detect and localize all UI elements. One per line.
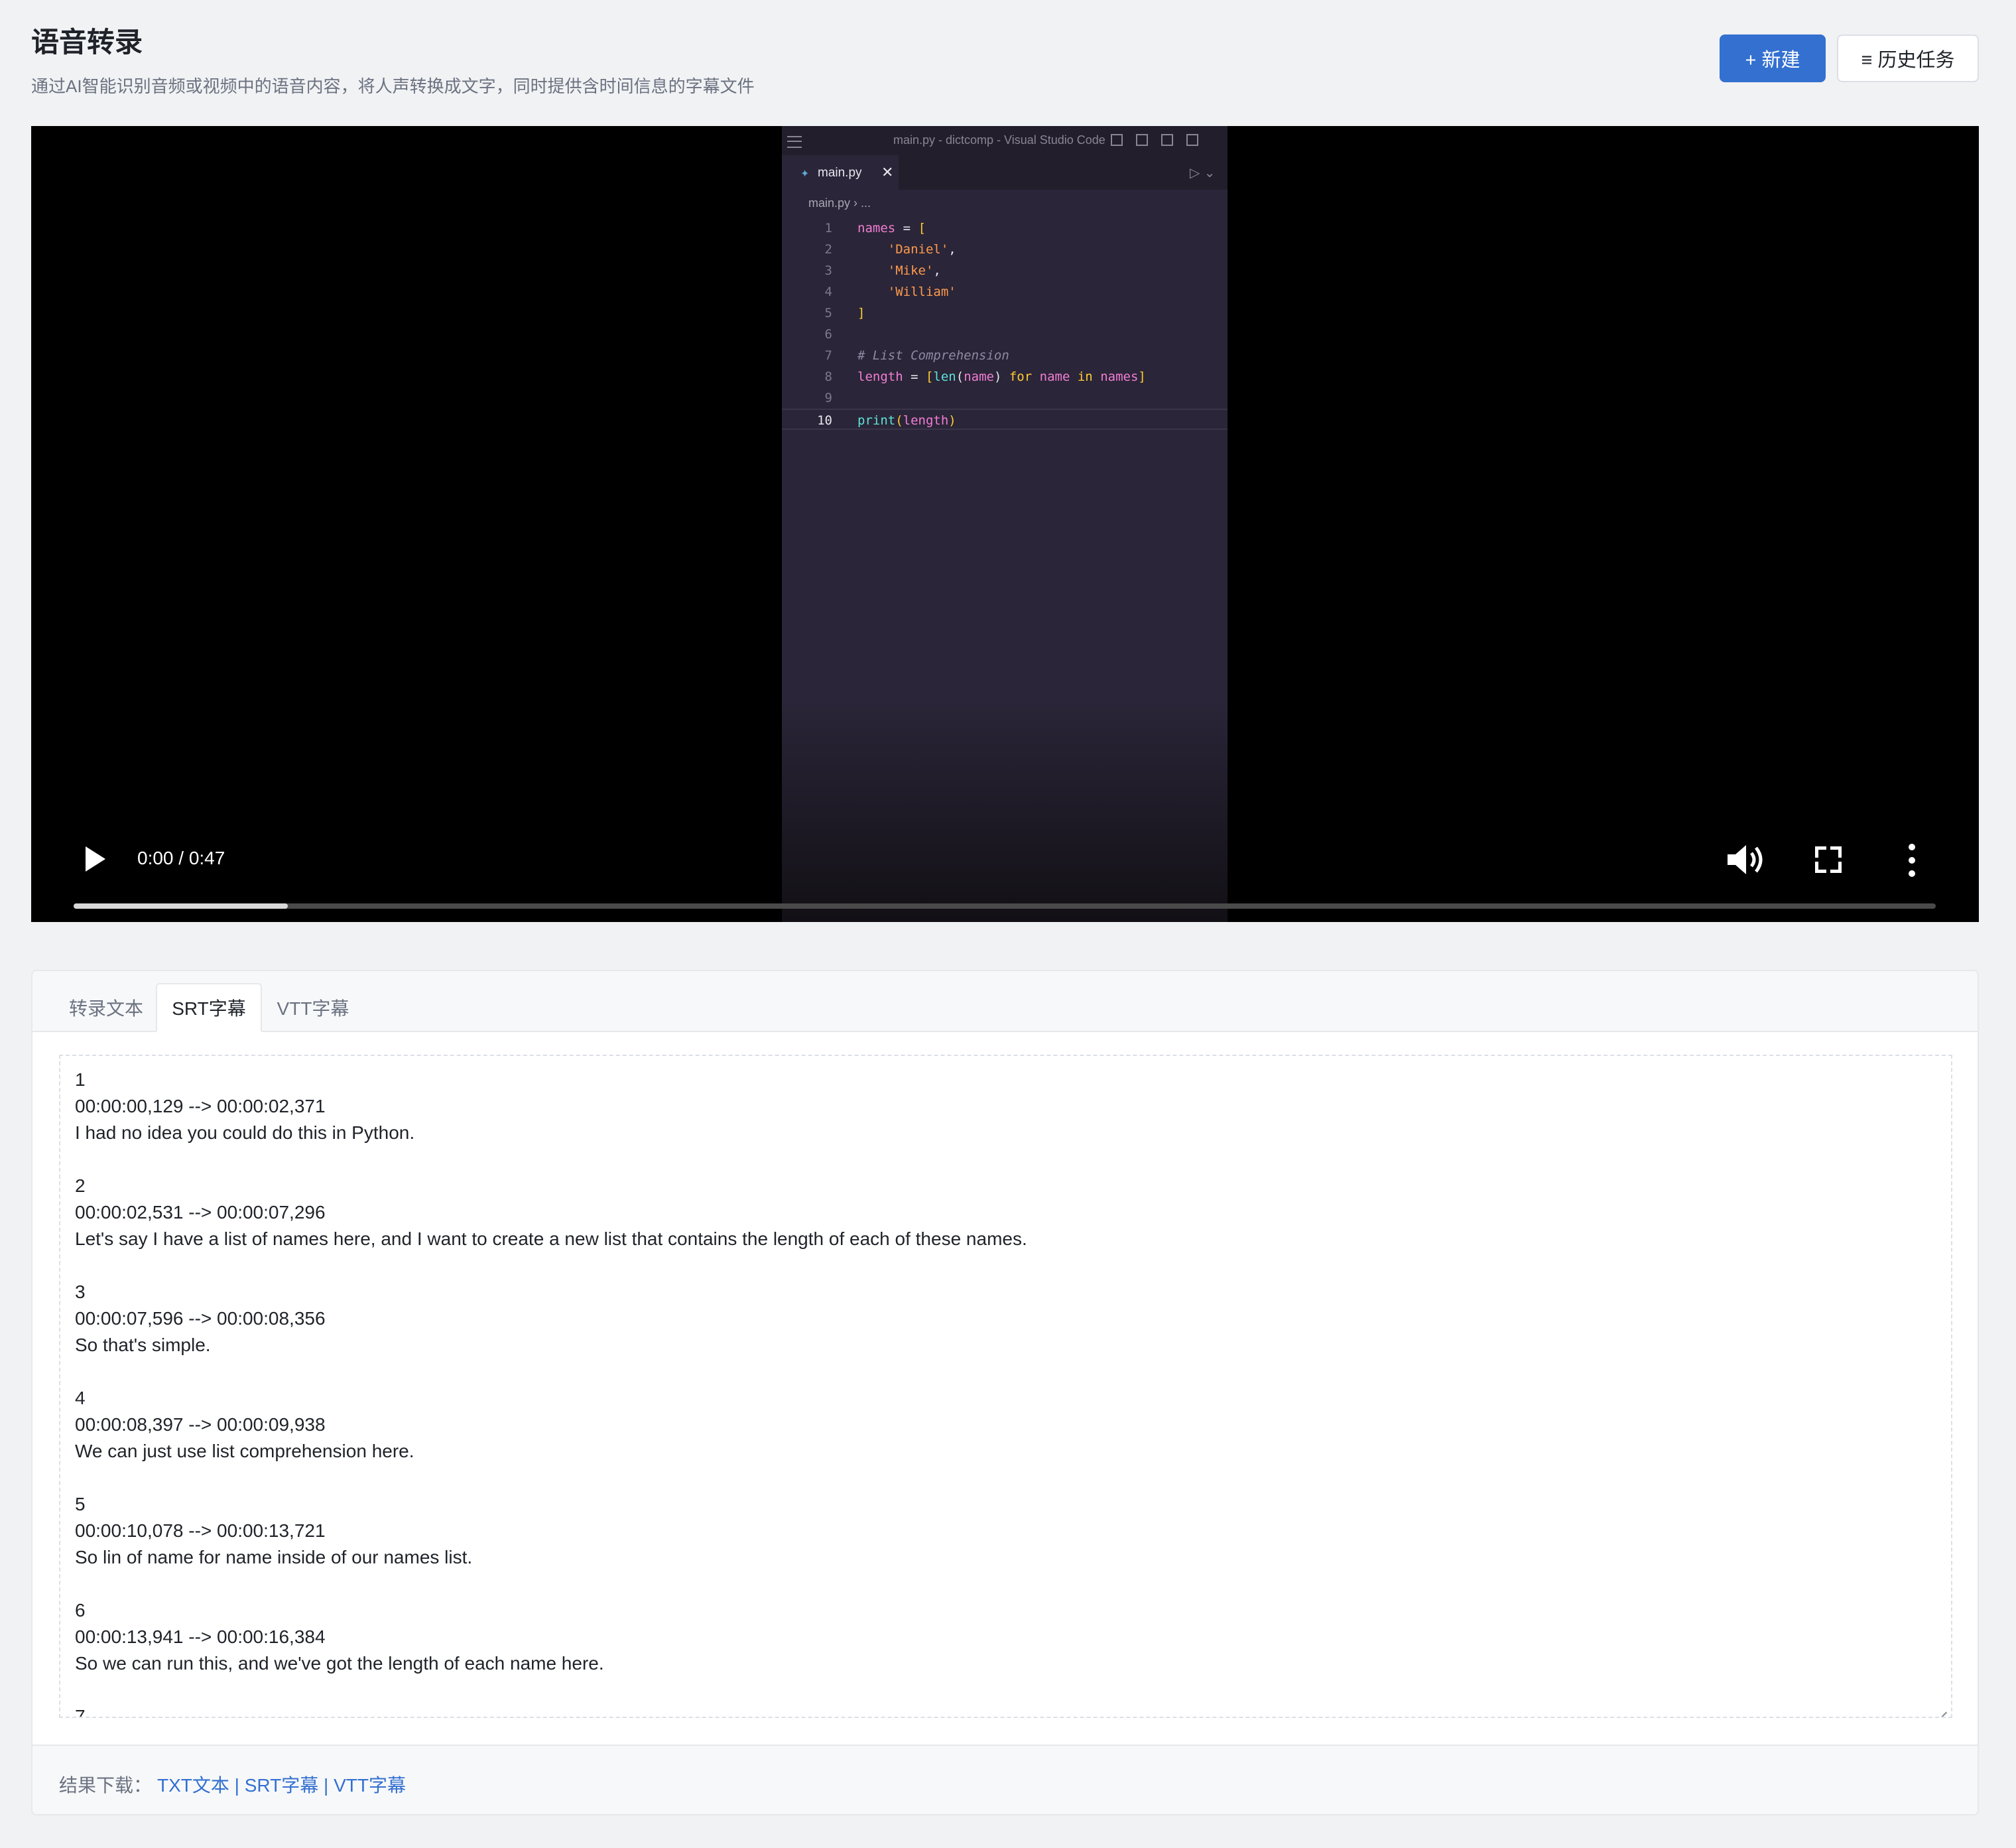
editor-window-title: main.py - dictcomp - Visual Studio Code [893, 133, 1105, 147]
code-line: 4 'William' [782, 281, 1228, 302]
srt-textarea[interactable]: 1 00:00:00,129 --> 00:00:02,371 I had no… [59, 1055, 1952, 1718]
layout-customize-icon [1186, 134, 1198, 146]
page-title: 语音转录 [31, 27, 143, 58]
tab-srt[interactable]: SRT字幕 [156, 983, 262, 1032]
layout-sidebar-icon [1111, 134, 1123, 146]
python-file-icon: ✦ [800, 168, 810, 180]
result-tabs: 转录文本 SRT字幕 VTT字幕 [32, 971, 1978, 1032]
video-progress-bar[interactable] [74, 903, 1936, 909]
page-subtitle: 通过AI智能识别音频或视频中的语音内容，将人声转换成文字，同时提供含时间信息的字… [31, 76, 755, 96]
more-options-icon[interactable] [1908, 844, 1916, 877]
line-number: 4 [824, 285, 832, 299]
code-line: 8 length = [len(name) for name in names] [782, 366, 1228, 387]
volume-icon[interactable] [1726, 843, 1766, 876]
resize-handle-icon[interactable] [1934, 1699, 1950, 1715]
history-tasks-button[interactable]: ≡ 历史任务 [1837, 34, 1979, 82]
tab-vtt[interactable]: VTT字幕 [270, 983, 356, 1032]
play-icon[interactable] [86, 846, 105, 872]
layout-split-icon [1161, 134, 1173, 146]
link-separator: | [234, 1775, 239, 1796]
editor-breadcrumb: main.py › ... [808, 196, 871, 210]
layout-panel-icon [1136, 134, 1148, 146]
menu-icon [787, 136, 802, 148]
editor-tabbar: ✦ main.py ✕ ▷ ⌄ [782, 155, 1228, 190]
video-frame-editor: main.py - dictcomp - Visual Studio Code … [782, 126, 1228, 922]
download-label: 结果下载： [59, 1775, 153, 1796]
download-srt-link[interactable]: SRT字幕 [245, 1775, 319, 1796]
code-line: 7 # List Comprehension [782, 345, 1228, 366]
result-panel: 转录文本 SRT字幕 VTT字幕 1 00:00:00,129 --> 00:0… [31, 970, 1979, 1815]
time-display: 0:00 / 0:47 [137, 848, 225, 868]
srt-content: 1 00:00:00,129 --> 00:00:02,371 I had no… [75, 1069, 1027, 1718]
line-number: 8 [824, 369, 832, 384]
video-controls: 0:00 / 0:47 [31, 809, 1979, 922]
close-tab-icon: ✕ [881, 164, 894, 180]
progress-buffered [74, 903, 288, 909]
line-number: 7 [824, 348, 832, 363]
line-number: 10 [817, 413, 832, 428]
code-line: 2 'Daniel', [782, 239, 1228, 260]
link-separator: | [324, 1775, 329, 1796]
video-player[interactable]: main.py - dictcomp - Visual Studio Code … [31, 126, 1979, 922]
download-links: TXT文本 | SRT字幕 | VTT字幕 [157, 1771, 406, 1798]
editor-tab-label: main.py [818, 166, 862, 180]
tab-transcript[interactable]: 转录文本 [64, 983, 148, 1032]
download-vtt-link[interactable]: VTT字幕 [334, 1775, 406, 1796]
code-line: 9 [782, 387, 1228, 409]
code-line: 5] [782, 302, 1228, 324]
line-number: 6 [824, 327, 832, 342]
editor-tab: ✦ main.py ✕ [782, 155, 899, 190]
editor-titlebar: main.py - dictcomp - Visual Studio Code [782, 126, 1228, 155]
fullscreen-icon[interactable] [1815, 846, 1842, 873]
line-number: 3 [824, 263, 832, 278]
run-icon: ▷ ⌄ [1190, 165, 1216, 180]
code-line: 1 names = [ [782, 218, 1228, 239]
line-number: 5 [824, 306, 832, 320]
code-line: 3 'Mike', [782, 260, 1228, 281]
line-number: 1 [824, 221, 832, 235]
download-txt-link[interactable]: TXT文本 [157, 1775, 229, 1796]
code-line: 6 [782, 324, 1228, 345]
line-number: 9 [824, 391, 832, 405]
download-footer: 结果下载： TXT文本 | SRT字幕 | VTT字幕 [32, 1745, 1978, 1814]
line-number: 2 [824, 242, 832, 257]
code-line-current: 10 print(length) [782, 409, 1228, 430]
new-button[interactable]: + 新建 [1720, 34, 1826, 82]
